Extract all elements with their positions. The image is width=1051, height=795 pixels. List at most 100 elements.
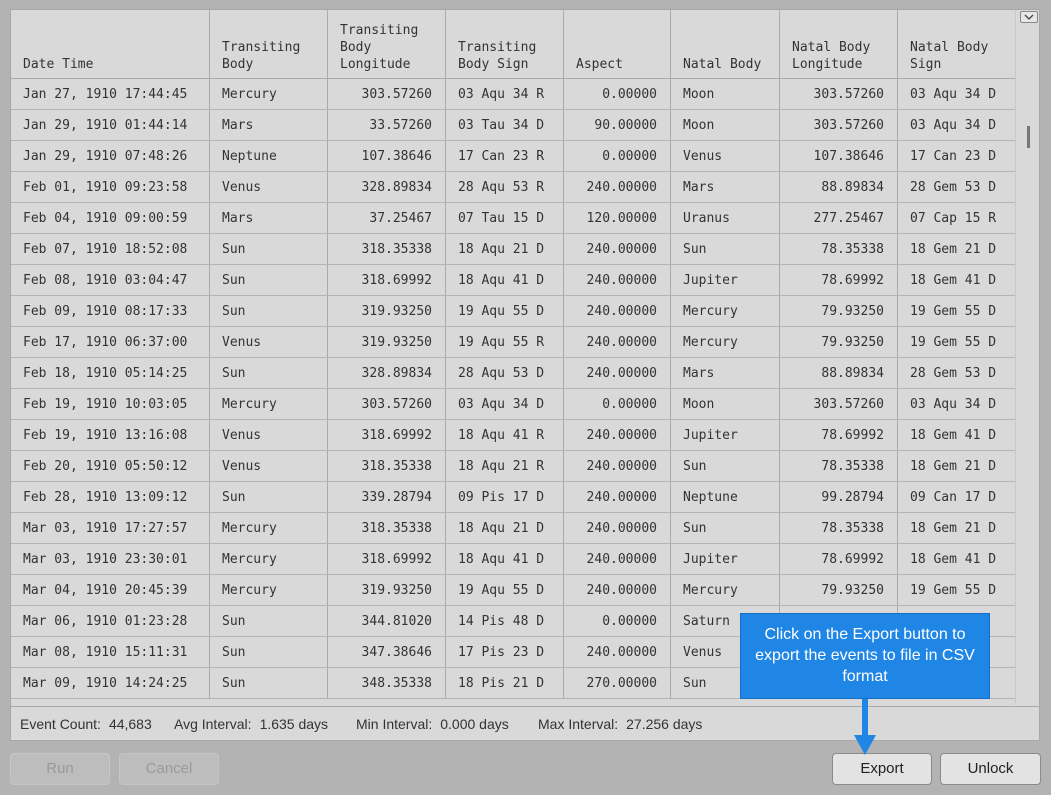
cell-aspect: 120.00000 <box>564 203 671 233</box>
cell-aspect: 0.00000 <box>564 79 671 109</box>
cell-transiting-sign: 28 Aqu 53 D <box>446 358 564 388</box>
cell-natal-body: Mars <box>671 172 780 202</box>
cell-transiting-body: Neptune <box>210 141 328 171</box>
stat-value: 44,683 <box>108 716 152 732</box>
cell-transiting-longitude: 318.69992 <box>328 420 446 450</box>
cell-aspect: 240.00000 <box>564 265 671 295</box>
cell-transiting-body: Venus <box>210 172 328 202</box>
cell-natal-sign: 18 Gem 21 D <box>898 234 1016 264</box>
cell-transiting-body: Mars <box>210 203 328 233</box>
cell-transiting-sign: 19 Aqu 55 R <box>446 327 564 357</box>
cell-transiting-longitude: 328.89834 <box>328 172 446 202</box>
run-button[interactable]: Run <box>10 753 110 785</box>
header-date-time[interactable]: Date Time <box>11 10 210 78</box>
cell-transiting-body: Sun <box>210 606 328 636</box>
cell-natal-sign: 19 Gem 55 D <box>898 327 1016 357</box>
header-transiting-body[interactable]: Transiting Body <box>210 10 328 78</box>
cell-natal-sign: 19 Gem 55 D <box>898 296 1016 326</box>
cell-transiting-body: Mercury <box>210 513 328 543</box>
header-natal-body[interactable]: Natal Body <box>671 10 780 78</box>
cell-date-time: Feb 09, 1910 08:17:33 <box>11 296 210 326</box>
cell-natal-sign: 18 Gem 41 D <box>898 544 1016 574</box>
cell-transiting-body: Mercury <box>210 575 328 605</box>
arrow-down-icon <box>854 735 876 755</box>
cell-transiting-longitude: 319.93250 <box>328 575 446 605</box>
table-row[interactable]: Jan 29, 1910 01:44:14 Mars 33.57260 03 Tau … <box>11 110 1017 141</box>
stat-value: 27.256 days <box>626 716 703 732</box>
cell-natal-longitude: 79.93250 <box>780 575 898 605</box>
cell-date-time: Feb 04, 1910 09:00:59 <box>11 203 210 233</box>
table-row[interactable]: Feb 18, 1910 05:14:25 Sun 328.89834 28 Aqu … <box>11 358 1017 389</box>
table-row[interactable]: Mar 03, 1910 17:27:57 Mercury 318.35338 18 … <box>11 513 1017 544</box>
statusbar: Event Count: 44,683 Avg Interval: 1.635 da… <box>11 706 1039 740</box>
cell-natal-longitude: 78.69992 <box>780 544 898 574</box>
cell-natal-longitude: 78.69992 <box>780 420 898 450</box>
header-transiting-longitude[interactable]: Transiting Body Longitude <box>328 10 446 78</box>
table-row[interactable]: Feb 19, 1910 10:03:05 Mercury 303.57260 03 … <box>11 389 1017 420</box>
callout-arrow-shaft <box>862 699 868 737</box>
grid-rows: Jan 27, 1910 17:44:45 Mercury 303.57260 03 … <box>11 79 1017 699</box>
cell-transiting-longitude: 33.57260 <box>328 110 446 140</box>
header-aspect[interactable]: Aspect <box>564 10 671 78</box>
header-natal-longitude[interactable]: Natal Body Longitude <box>780 10 898 78</box>
cell-natal-body: Jupiter <box>671 544 780 574</box>
cancel-button[interactable]: Cancel <box>119 753 219 785</box>
table-row[interactable]: Feb 01, 1910 09:23:58 Venus 328.89834 28 Aq… <box>11 172 1017 203</box>
cell-transiting-sign: 17 Can 23 R <box>446 141 564 171</box>
cell-date-time: Jan 27, 1910 17:44:45 <box>11 79 210 109</box>
cell-aspect: 0.00000 <box>564 389 671 419</box>
cell-natal-body: Mercury <box>671 575 780 605</box>
cell-natal-body: Sun <box>671 513 780 543</box>
cell-natal-longitude: 99.28794 <box>780 482 898 512</box>
cell-natal-longitude: 78.35338 <box>780 451 898 481</box>
cell-date-time: Feb 08, 1910 03:04:47 <box>11 265 210 295</box>
table-row[interactable]: Mar 03, 1910 23:30:01 Mercury 318.69992 18 … <box>11 544 1017 575</box>
cell-aspect: 240.00000 <box>564 420 671 450</box>
cell-natal-longitude: 107.38646 <box>780 141 898 171</box>
vertical-scrollbar[interactable] <box>1015 10 1039 705</box>
table-row[interactable]: Feb 07, 1910 18:52:08 Sun 318.35338 18 Aqu … <box>11 234 1017 265</box>
export-button[interactable]: Export <box>832 753 932 785</box>
cell-transiting-sign: 19 Aqu 55 D <box>446 296 564 326</box>
cell-transiting-sign: 03 Tau 34 D <box>446 110 564 140</box>
table-row[interactable]: Feb 19, 1910 13:16:08 Venus 318.69992 18 Aq… <box>11 420 1017 451</box>
cell-transiting-body: Sun <box>210 668 328 698</box>
header-transiting-sign[interactable]: Transiting Body Sign <box>446 10 564 78</box>
stat-label: Event Count: <box>20 716 101 732</box>
cell-transiting-longitude: 107.38646 <box>328 141 446 171</box>
cell-aspect: 90.00000 <box>564 110 671 140</box>
cell-aspect: 0.00000 <box>564 141 671 171</box>
table-row[interactable]: Feb 20, 1910 05:50:12 Venus 318.35338 18 Aq… <box>11 451 1017 482</box>
cell-transiting-body: Sun <box>210 637 328 667</box>
cell-natal-body: Moon <box>671 79 780 109</box>
cell-transiting-sign: 03 Aqu 34 D <box>446 389 564 419</box>
chevron-down-icon[interactable] <box>1020 11 1038 23</box>
cell-transiting-sign: 14 Pis 48 D <box>446 606 564 636</box>
cell-transiting-body: Venus <box>210 451 328 481</box>
table-row[interactable]: Feb 17, 1910 06:37:00 Venus 319.93250 19 Aq… <box>11 327 1017 358</box>
cell-natal-body: Mars <box>671 358 780 388</box>
cell-transiting-longitude: 339.28794 <box>328 482 446 512</box>
cell-transiting-longitude: 303.57260 <box>328 79 446 109</box>
unlock-button[interactable]: Unlock <box>940 753 1041 785</box>
table-row[interactable]: Feb 04, 1910 09:00:59 Mars 37.25467 07 Tau … <box>11 203 1017 234</box>
cell-natal-sign: 03 Aqu 34 D <box>898 79 1016 109</box>
cell-transiting-sign: 07 Tau 15 D <box>446 203 564 233</box>
table-row[interactable]: Feb 09, 1910 08:17:33 Sun 319.93250 19 Aqu … <box>11 296 1017 327</box>
table-row[interactable]: Feb 28, 1910 13:09:12 Sun 339.28794 09 Pis … <box>11 482 1017 513</box>
cell-date-time: Mar 08, 1910 15:11:31 <box>11 637 210 667</box>
scrollbar-thumb[interactable] <box>1027 126 1030 148</box>
cell-aspect: 240.00000 <box>564 544 671 574</box>
table-row[interactable]: Jan 29, 1910 07:48:26 Neptune 107.38646 17 … <box>11 141 1017 172</box>
cell-transiting-sign: 18 Aqu 21 D <box>446 234 564 264</box>
header-natal-sign[interactable]: Natal Body Sign <box>898 10 1016 78</box>
cell-transiting-sign: 17 Pis 23 D <box>446 637 564 667</box>
cell-date-time: Feb 17, 1910 06:37:00 <box>11 327 210 357</box>
table-row[interactable]: Mar 04, 1910 20:45:39 Mercury 319.93250 19 … <box>11 575 1017 606</box>
cell-aspect: 240.00000 <box>564 234 671 264</box>
table-row[interactable]: Feb 08, 1910 03:04:47 Sun 318.69992 18 Aqu … <box>11 265 1017 296</box>
table-row[interactable]: Jan 27, 1910 17:44:45 Mercury 303.57260 03 … <box>11 79 1017 110</box>
stat-min-interval: Min Interval: 0.000 days <box>356 707 509 740</box>
cell-transiting-longitude: 347.38646 <box>328 637 446 667</box>
cell-natal-sign: 18 Gem 21 D <box>898 451 1016 481</box>
